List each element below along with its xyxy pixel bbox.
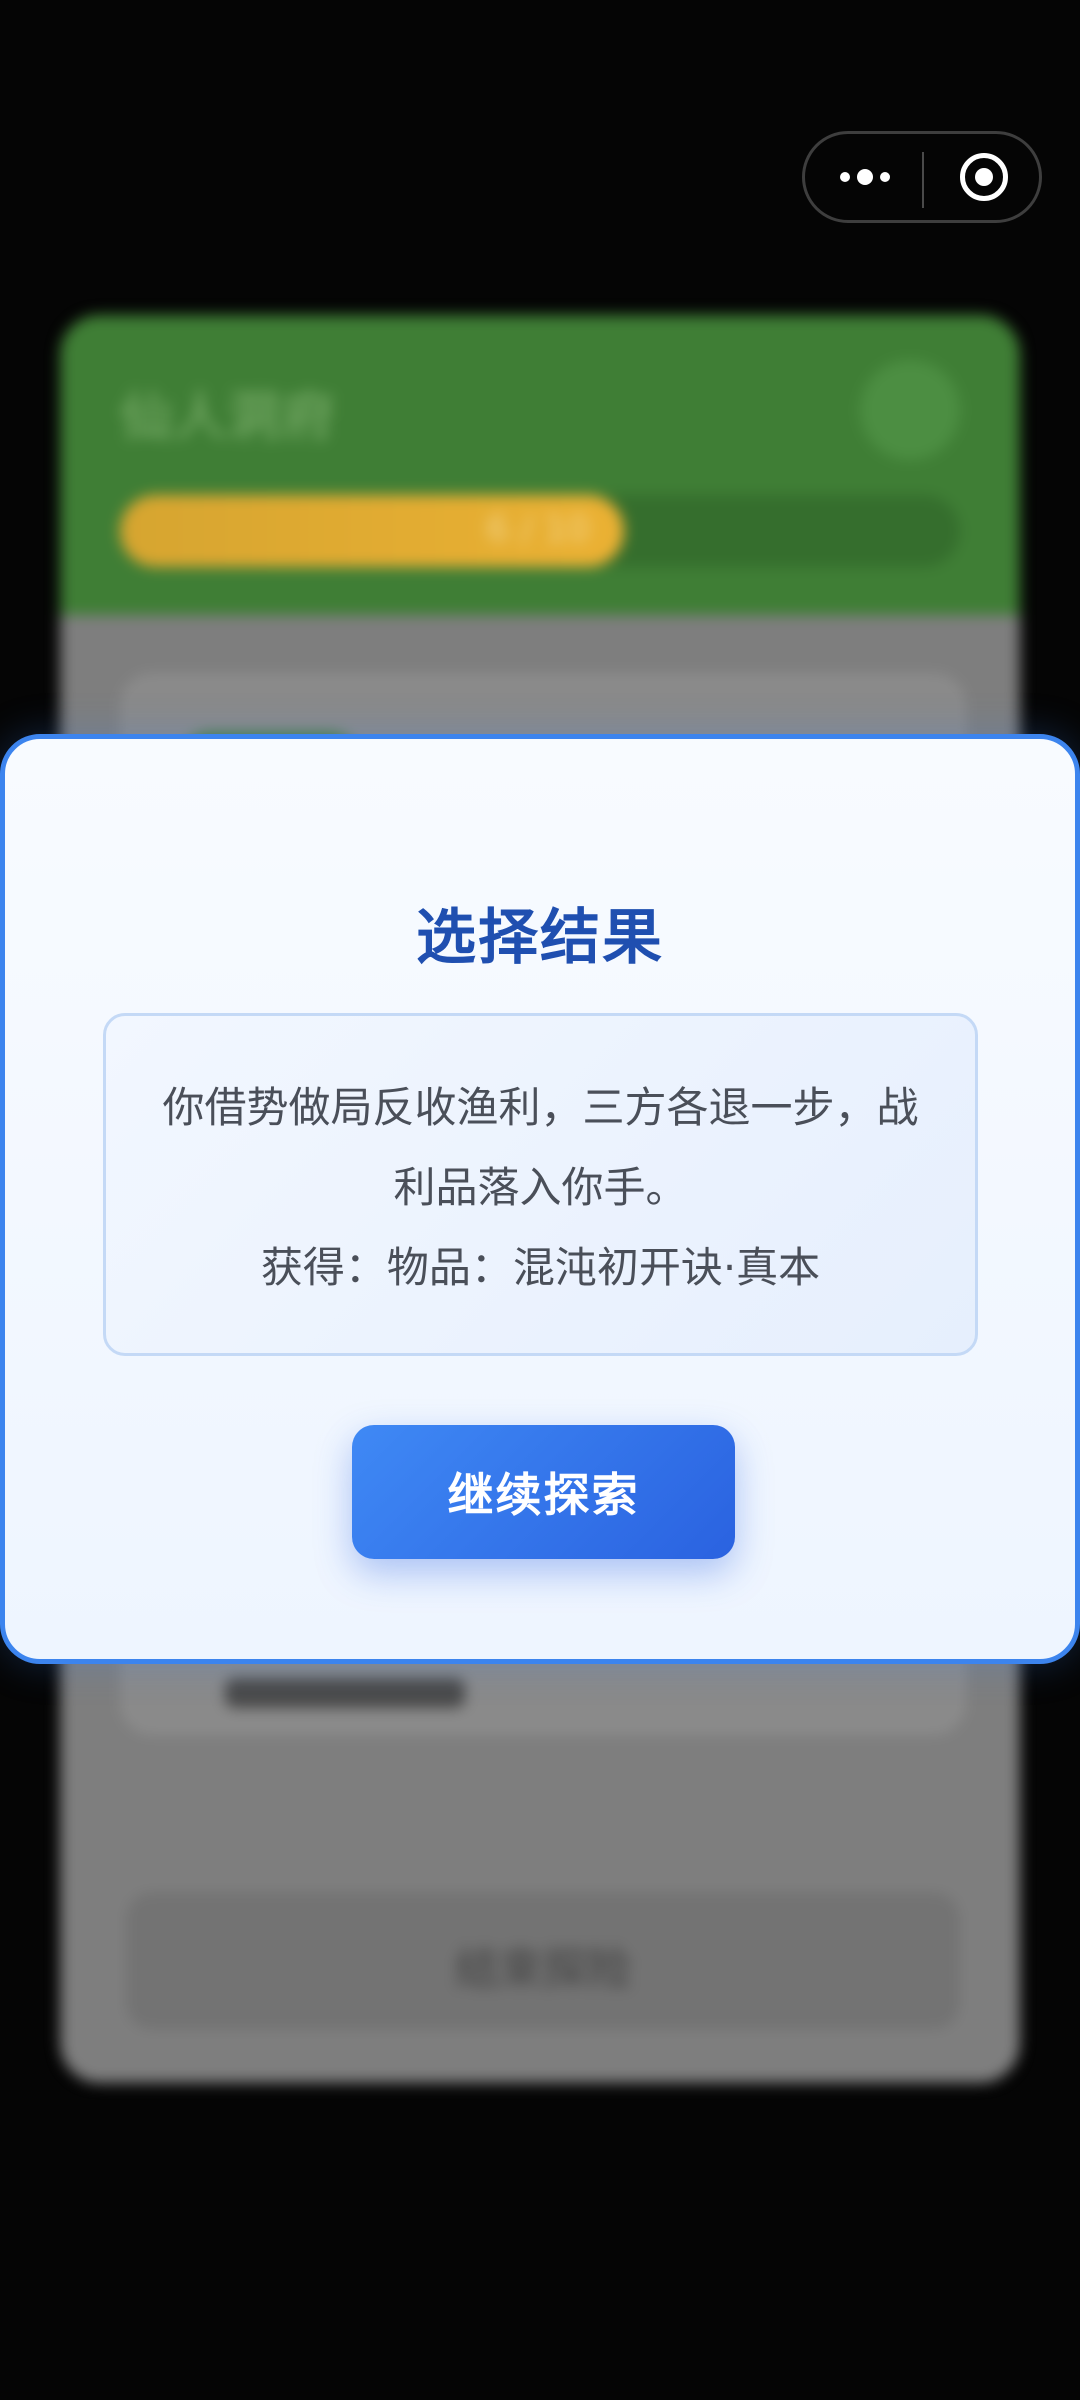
exploration-progress-text: 6 / 10 — [486, 509, 590, 550]
continue-exploring-button[interactable]: 继续探索 — [352, 1425, 735, 1559]
end-exploration-label: 结束探险 — [455, 1944, 631, 1995]
result-description: 你借势做局反收渔利，三方各退一步，战利品落入你手。 — [162, 1083, 919, 1212]
avatar — [860, 360, 960, 460]
result-modal: 选择结果 你借势做局反收渔利，三方各退一步，战利品落入你手。 获得：物品：混沌初… — [0, 734, 1080, 1664]
exploration-progress-fill: 6 / 10 — [120, 495, 624, 567]
more-dots-icon[interactable] — [835, 134, 895, 220]
end-exploration-button: 结束探险 — [122, 1888, 964, 2034]
modal-title: 选择结果 — [416, 903, 664, 973]
background-card-title: 仙人洞府 — [120, 388, 337, 448]
exploration-progress-bar: 6 / 10 — [120, 495, 960, 567]
capsule-divider — [922, 152, 924, 208]
background-text-line — [225, 1678, 465, 1708]
result-reward: 获得：物品：混沌初开诀·真本 — [260, 1243, 821, 1292]
mini-program-capsule — [802, 131, 1042, 223]
target-close-icon[interactable] — [960, 153, 1008, 201]
result-box: 你借势做局反收渔利，三方各退一步，战利品落入你手。 获得：物品：混沌初开诀·真本 — [103, 1013, 978, 1356]
background-card-header: 仙人洞府 6 / 10 — [60, 315, 1020, 615]
